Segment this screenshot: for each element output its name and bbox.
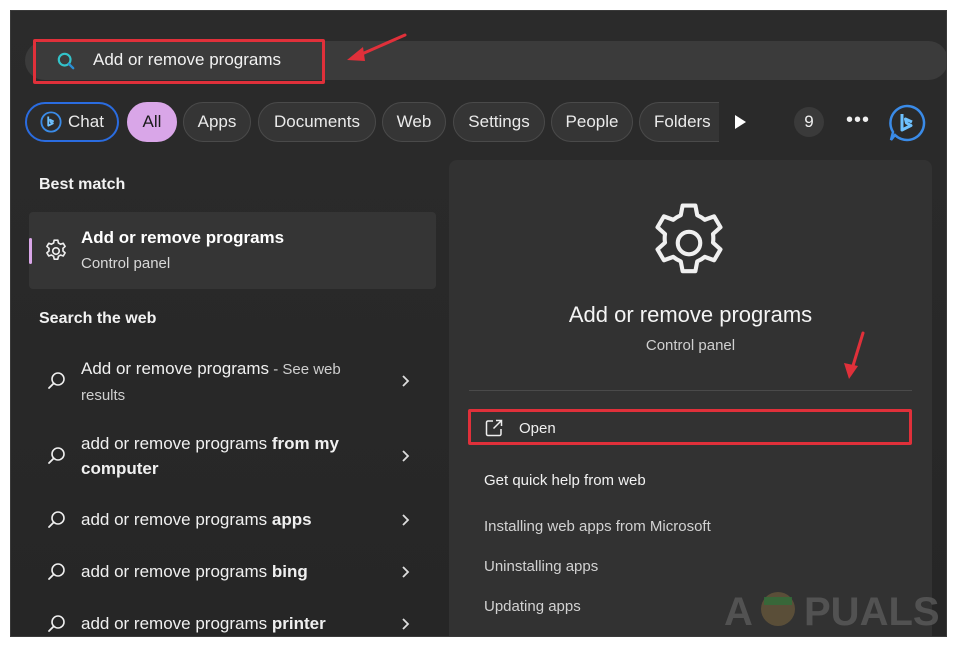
chevron-right-icon bbox=[402, 514, 410, 526]
chevron-right-icon bbox=[402, 566, 410, 578]
chip-label: Apps bbox=[197, 112, 237, 131]
search-icon bbox=[48, 511, 65, 528]
web-result-main: add or remove programs bbox=[81, 510, 272, 529]
appuals-logo-watermark: A PUALS bbox=[724, 590, 940, 634]
chip-chat[interactable]: Chat bbox=[25, 102, 119, 142]
bing-chat-icon[interactable] bbox=[887, 103, 927, 143]
search-icon bbox=[48, 563, 65, 580]
chip-all[interactable]: All bbox=[127, 102, 177, 142]
divider bbox=[469, 390, 912, 391]
chip-settings[interactable]: Settings bbox=[453, 102, 545, 142]
web-result-bold: bing bbox=[271, 562, 308, 581]
chip-apps[interactable]: Apps bbox=[183, 102, 251, 142]
preview-panel: Add or remove programs Control panel Ope… bbox=[449, 160, 932, 636]
chevron-right-icon bbox=[402, 618, 410, 630]
help-link[interactable]: Updating apps bbox=[484, 598, 581, 615]
web-result-text: add or remove programs from my computer bbox=[81, 431, 381, 481]
web-result-text: add or remove programs bing bbox=[81, 559, 381, 584]
chip-label: Folders bbox=[654, 112, 711, 131]
web-result-bold: apps bbox=[271, 510, 312, 529]
bing-icon bbox=[40, 111, 62, 133]
search-web-heading: Search the web bbox=[39, 310, 157, 327]
more-options-icon[interactable]: ••• bbox=[846, 110, 870, 135]
annotation-arrow bbox=[844, 331, 865, 379]
best-match-heading: Best match bbox=[39, 176, 126, 193]
chip-label: Web bbox=[396, 112, 432, 131]
chip-web[interactable]: Web bbox=[382, 102, 446, 142]
web-result-item[interactable]: Add or remove programs - See web results bbox=[29, 356, 436, 406]
annotation-arrow bbox=[347, 33, 407, 61]
best-match-subtitle: Control panel bbox=[81, 255, 171, 272]
preview-title: Add or remove programs bbox=[568, 302, 813, 327]
chip-label: All bbox=[142, 112, 162, 131]
web-result-item[interactable]: add or remove programs bing bbox=[29, 559, 436, 587]
gear-icon bbox=[46, 239, 66, 260]
chip-documents[interactable]: Documents bbox=[258, 102, 376, 142]
web-result-main: add or remove programs bbox=[81, 434, 272, 453]
scroll-filters-play-icon[interactable] bbox=[730, 112, 750, 132]
search-icon bbox=[48, 372, 65, 389]
web-result-item[interactable]: add or remove programs apps bbox=[29, 507, 436, 535]
help-link[interactable]: Installing web apps from Microsoft bbox=[484, 518, 711, 535]
chip-label: Documents bbox=[274, 112, 360, 131]
chip-people[interactable]: People bbox=[551, 102, 633, 142]
selection-indicator bbox=[29, 238, 32, 264]
annotation-highlight-open bbox=[468, 409, 912, 445]
svg-text:PUALS: PUALS bbox=[804, 590, 940, 634]
chip-folders[interactable]: Folders bbox=[639, 102, 719, 142]
results-count-badge: 9 bbox=[794, 107, 824, 137]
chevron-right-icon bbox=[402, 450, 410, 462]
gear-icon bbox=[655, 203, 723, 274]
web-result-main: add or remove programs bbox=[81, 614, 272, 633]
filter-bar: Chat All Apps Documents Web Settings Peo… bbox=[25, 102, 719, 142]
annotation-highlight-search bbox=[33, 39, 325, 84]
web-result-item[interactable]: add or remove programs printer bbox=[29, 611, 436, 636]
web-result-text: add or remove programs apps bbox=[81, 507, 381, 532]
chip-label: Chat bbox=[68, 112, 104, 131]
search-icon bbox=[48, 447, 65, 464]
web-result-main: Add or remove programs bbox=[81, 359, 270, 378]
best-match-title: Add or remove programs bbox=[81, 228, 285, 247]
web-result-item[interactable]: add or remove programs from my computer bbox=[29, 431, 436, 481]
web-result-bold: printer bbox=[271, 614, 326, 633]
chevron-right-icon bbox=[402, 375, 410, 387]
web-result-text: add or remove programs printer bbox=[81, 611, 381, 636]
search-window: Add or remove programs Chat All Apps Doc… bbox=[10, 10, 947, 637]
help-link[interactable]: Uninstalling apps bbox=[484, 558, 598, 575]
web-result-text: Add or remove programs - See web results bbox=[81, 356, 381, 408]
search-icon bbox=[48, 615, 65, 632]
chip-label: Settings bbox=[468, 112, 530, 131]
web-result-main: add or remove programs bbox=[81, 562, 272, 581]
best-match-result[interactable]: Add or remove programs Control panel bbox=[29, 212, 436, 289]
svg-text:A: A bbox=[724, 590, 753, 634]
quick-help-heading: Get quick help from web bbox=[484, 472, 646, 489]
chip-label: People bbox=[565, 112, 619, 131]
